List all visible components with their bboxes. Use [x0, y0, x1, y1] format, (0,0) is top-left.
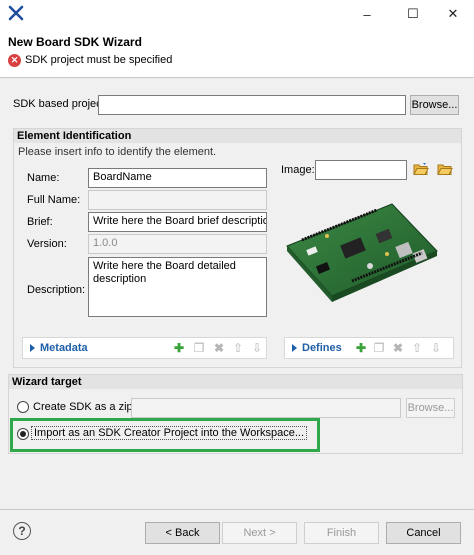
back-button[interactable]: < Back	[145, 522, 220, 544]
next-button[interactable]: Next >	[222, 522, 297, 544]
help-icon[interactable]: ?	[13, 522, 31, 540]
close-button[interactable]: ✕	[432, 0, 474, 28]
import-project-radio[interactable]	[17, 428, 29, 440]
error-message: SDK project must be specified	[25, 54, 173, 66]
eclipse-x-icon	[8, 5, 24, 21]
dialog-title: New Board SDK Wizard	[8, 35, 142, 49]
move-down-icon[interactable]: ⇩	[430, 342, 442, 354]
description-label: Description:	[27, 284, 86, 296]
open-folder-icon[interactable]	[413, 162, 429, 176]
delete-icon[interactable]: ✖	[213, 342, 225, 354]
create-zip-radio[interactable]	[17, 401, 29, 413]
copy-icon[interactable]: ❐	[373, 342, 385, 354]
error-icon: ✕	[8, 54, 21, 67]
cancel-button[interactable]: Cancel	[386, 522, 461, 544]
defines-label[interactable]: Defines	[302, 342, 342, 354]
folder-icon[interactable]	[437, 162, 453, 176]
sdk-project-label: SDK based project	[13, 98, 105, 110]
add-icon[interactable]: ✚	[355, 342, 367, 354]
brief-input[interactable]: Write here the Board brief description	[88, 212, 267, 232]
metadata-label[interactable]: Metadata	[40, 342, 88, 354]
image-label: Image:	[281, 164, 315, 176]
version-input[interactable]: 1.0.0	[88, 234, 267, 254]
fullname-label: Full Name:	[27, 194, 81, 206]
create-zip-label[interactable]: Create SDK as a zip...	[33, 401, 142, 413]
sdk-browse-button[interactable]: Browse...	[410, 95, 459, 115]
copy-icon[interactable]: ❐	[193, 342, 205, 354]
delete-icon[interactable]: ✖	[392, 342, 404, 354]
board-image	[282, 196, 442, 308]
element-identification-title: Element Identification	[14, 129, 461, 143]
minimize-button[interactable]: –	[346, 0, 388, 28]
maximize-button[interactable]: ☐	[392, 0, 434, 28]
expand-triangle-icon[interactable]	[30, 344, 35, 352]
image-input[interactable]	[315, 160, 407, 180]
description-textarea[interactable]: Write here the Board detailed descriptio…	[88, 257, 267, 317]
sdk-project-input[interactable]	[98, 95, 406, 115]
move-up-icon[interactable]: ⇧	[411, 342, 423, 354]
finish-button[interactable]: Finish	[304, 522, 379, 544]
zip-path-input[interactable]	[131, 398, 401, 418]
zip-browse-button[interactable]: Browse...	[406, 398, 455, 418]
move-down-icon[interactable]: ⇩	[251, 342, 263, 354]
expand-triangle-icon[interactable]	[292, 344, 297, 352]
add-icon[interactable]: ✚	[173, 342, 185, 354]
import-project-label[interactable]: Import as an SDK Creator Project into th…	[31, 426, 308, 440]
move-up-icon[interactable]: ⇧	[232, 342, 244, 354]
brief-label: Brief:	[27, 216, 53, 228]
version-label: Version:	[27, 238, 67, 250]
fullname-input[interactable]	[88, 190, 267, 210]
name-label: Name:	[27, 172, 60, 184]
element-hint: Please insert info to identify the eleme…	[18, 146, 217, 158]
wizard-target-title: Wizard target	[9, 375, 462, 389]
name-input[interactable]: BoardName	[88, 168, 267, 188]
